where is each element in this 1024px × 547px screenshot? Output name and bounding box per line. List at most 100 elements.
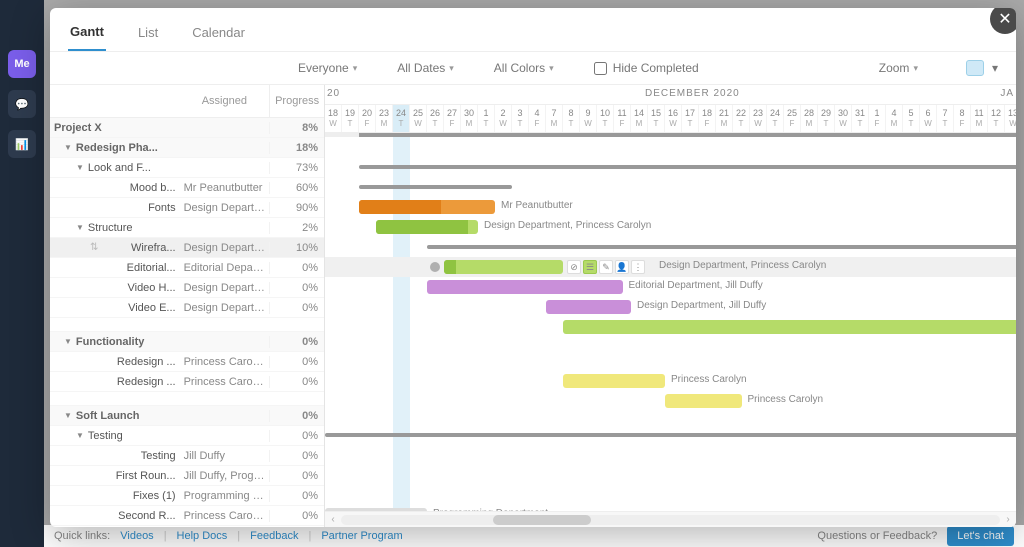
scroll-track[interactable] xyxy=(341,515,1000,525)
task-row[interactable]: Fixes (2)Princess Carolyn, Prog0% xyxy=(50,526,324,527)
row-progress: 0% xyxy=(269,470,324,482)
row-name: ▼ Soft Launch xyxy=(50,410,180,422)
task-row[interactable]: Second R...Princess Carolyn0% xyxy=(50,506,324,526)
day-cell: 31T xyxy=(852,105,869,132)
task-bar[interactable] xyxy=(359,200,495,214)
task-row[interactable]: Fixes (1)Programming Departm0% xyxy=(50,486,324,506)
task-bar[interactable] xyxy=(665,394,742,408)
summary-bar[interactable] xyxy=(427,245,1016,249)
day-cell: 10T xyxy=(597,105,614,132)
collapse-icon[interactable]: ▼ xyxy=(76,431,84,440)
chart-row xyxy=(325,411,1016,425)
bar-label: Princess Carolyn xyxy=(748,394,824,405)
day-cell: 24T xyxy=(767,105,784,132)
row-name: Fonts xyxy=(50,202,180,214)
gantt-grid: Assigned Progress Project X8%▼ Redesign … xyxy=(50,85,1016,527)
subsection-row[interactable]: ▼ Testing0% xyxy=(50,426,324,446)
row-progress: 10% xyxy=(269,242,324,254)
task-bar[interactable] xyxy=(376,220,478,234)
row-progress: 0% xyxy=(269,262,324,274)
quicklink[interactable]: Videos xyxy=(120,530,153,542)
lets-chat-button[interactable]: Let's chat xyxy=(947,526,1014,546)
collapse-icon[interactable]: ▼ xyxy=(64,337,72,346)
collapse-icon[interactable]: ▼ xyxy=(64,143,72,152)
section-row[interactable]: ▼ Soft Launch 0% xyxy=(50,406,324,426)
day-cell: 1T xyxy=(478,105,495,132)
bar-tool-icon[interactable]: 👤 xyxy=(615,260,629,274)
zoom-control[interactable]: Zoom▾ xyxy=(879,61,918,75)
row-name: Project X xyxy=(50,122,180,134)
subsection-row[interactable]: ▼ Structure2% xyxy=(50,218,324,238)
task-bar[interactable] xyxy=(563,320,1016,334)
day-cell: 2W xyxy=(495,105,512,132)
chevron-down-icon: ▾ xyxy=(549,63,554,74)
filter-colors[interactable]: All Colors▾ xyxy=(494,61,554,75)
bar-tool-icon[interactable]: ☰ xyxy=(583,260,597,274)
quicklink[interactable]: Help Docs xyxy=(177,530,228,542)
row-assigned: Design Department, J xyxy=(180,282,270,294)
subsection-row[interactable]: ▼ Look and F...73% xyxy=(50,158,324,178)
zoom-swatch[interactable] xyxy=(966,60,984,76)
task-row[interactable]: Redesign ...Princess Carolyn0% xyxy=(50,372,324,392)
section-row[interactable]: ▼ Redesign Pha...18% xyxy=(50,138,324,158)
horizontal-scrollbar[interactable]: ‹ › xyxy=(325,511,1016,527)
scroll-thumb[interactable] xyxy=(493,515,592,525)
filter-dates[interactable]: All Dates▾ xyxy=(397,61,454,75)
rail-chat-icon[interactable]: 💬 xyxy=(8,90,36,118)
bar-label: Design Department, Jill Duffy xyxy=(637,300,766,311)
row-progress: 0% xyxy=(269,510,324,522)
drag-handle-icon[interactable]: ⇅ xyxy=(90,242,98,253)
tab-gantt[interactable]: Gantt xyxy=(68,18,106,51)
day-cell: 6W xyxy=(920,105,937,132)
collapse-icon[interactable]: ▼ xyxy=(76,163,84,172)
task-row[interactable]: Mood b...Mr Peanutbutter60% xyxy=(50,178,324,198)
task-row[interactable]: Video E...Design Department, J0% xyxy=(50,298,324,318)
rail-reports-icon[interactable]: 📊 xyxy=(8,130,36,158)
collapse-icon[interactable]: ▼ xyxy=(64,411,72,420)
task-bar[interactable] xyxy=(427,280,623,294)
row-progress: 0% xyxy=(269,410,324,422)
quicklink[interactable]: Feedback xyxy=(250,530,298,542)
scroll-right-icon[interactable]: › xyxy=(1000,514,1016,525)
task-bar[interactable] xyxy=(546,300,631,314)
tab-calendar[interactable]: Calendar xyxy=(190,19,247,50)
filter-everyone[interactable]: Everyone▾ xyxy=(298,61,357,75)
task-row[interactable]: TestingJill Duffy0% xyxy=(50,446,324,466)
row-name: Fixes (1) xyxy=(50,490,180,502)
timeline-panel[interactable]: 20 DECEMBER 2020 JA 18W19T20F23M24T25W26… xyxy=(325,85,1016,527)
row-spacer xyxy=(50,392,324,406)
chart-row: Jill Duf xyxy=(325,485,1016,505)
summary-bar[interactable] xyxy=(359,185,512,189)
quicklink[interactable]: Partner Program xyxy=(321,530,402,542)
scroll-left-icon[interactable]: ‹ xyxy=(325,514,341,525)
project-row[interactable]: Project X8% xyxy=(50,118,324,138)
bar-tool-icon[interactable]: ⊘ xyxy=(567,260,581,274)
task-row[interactable]: Editorial...Editorial Department,0% xyxy=(50,258,324,278)
task-bar[interactable] xyxy=(563,374,665,388)
dependency-dot-icon[interactable] xyxy=(430,262,440,272)
bar-tool-icon[interactable]: ⋮ xyxy=(631,260,645,274)
tab-list[interactable]: List xyxy=(136,19,160,50)
rail-me-icon[interactable]: Me xyxy=(8,50,36,78)
row-assigned: Jill Duffy, Programmin xyxy=(180,470,270,482)
task-bar[interactable] xyxy=(444,260,563,274)
section-row[interactable]: ▼ Functionality0% xyxy=(50,332,324,352)
task-row[interactable]: Video H...Design Department, J0% xyxy=(50,278,324,298)
task-row[interactable]: ⇅Wirefra...Design Department, P10% xyxy=(50,238,324,258)
day-cell: 1F xyxy=(869,105,886,132)
chart-body[interactable]: Mr PeanutbutterDesign Department, Prince… xyxy=(325,133,1016,527)
task-row[interactable]: FontsDesign Department, P90% xyxy=(50,198,324,218)
bar-tool-icon[interactable]: ✎ xyxy=(599,260,613,274)
summary-bar[interactable] xyxy=(325,433,1016,437)
task-row[interactable]: Redesign ...Princess Carolyn0% xyxy=(50,352,324,372)
row-progress: 0% xyxy=(269,376,324,388)
row-name: Video H... xyxy=(50,282,180,294)
task-row[interactable]: First Roun...Jill Duffy, Programmin0% xyxy=(50,466,324,486)
chart-row xyxy=(325,337,1016,351)
summary-bar[interactable] xyxy=(359,165,1016,169)
day-cell: 13W xyxy=(1005,105,1016,132)
hide-completed-checkbox[interactable]: Hide Completed xyxy=(594,61,699,75)
collapse-icon[interactable]: ▼ xyxy=(76,223,84,232)
left-header: Assigned Progress xyxy=(50,85,324,118)
day-cell: 17T xyxy=(682,105,699,132)
